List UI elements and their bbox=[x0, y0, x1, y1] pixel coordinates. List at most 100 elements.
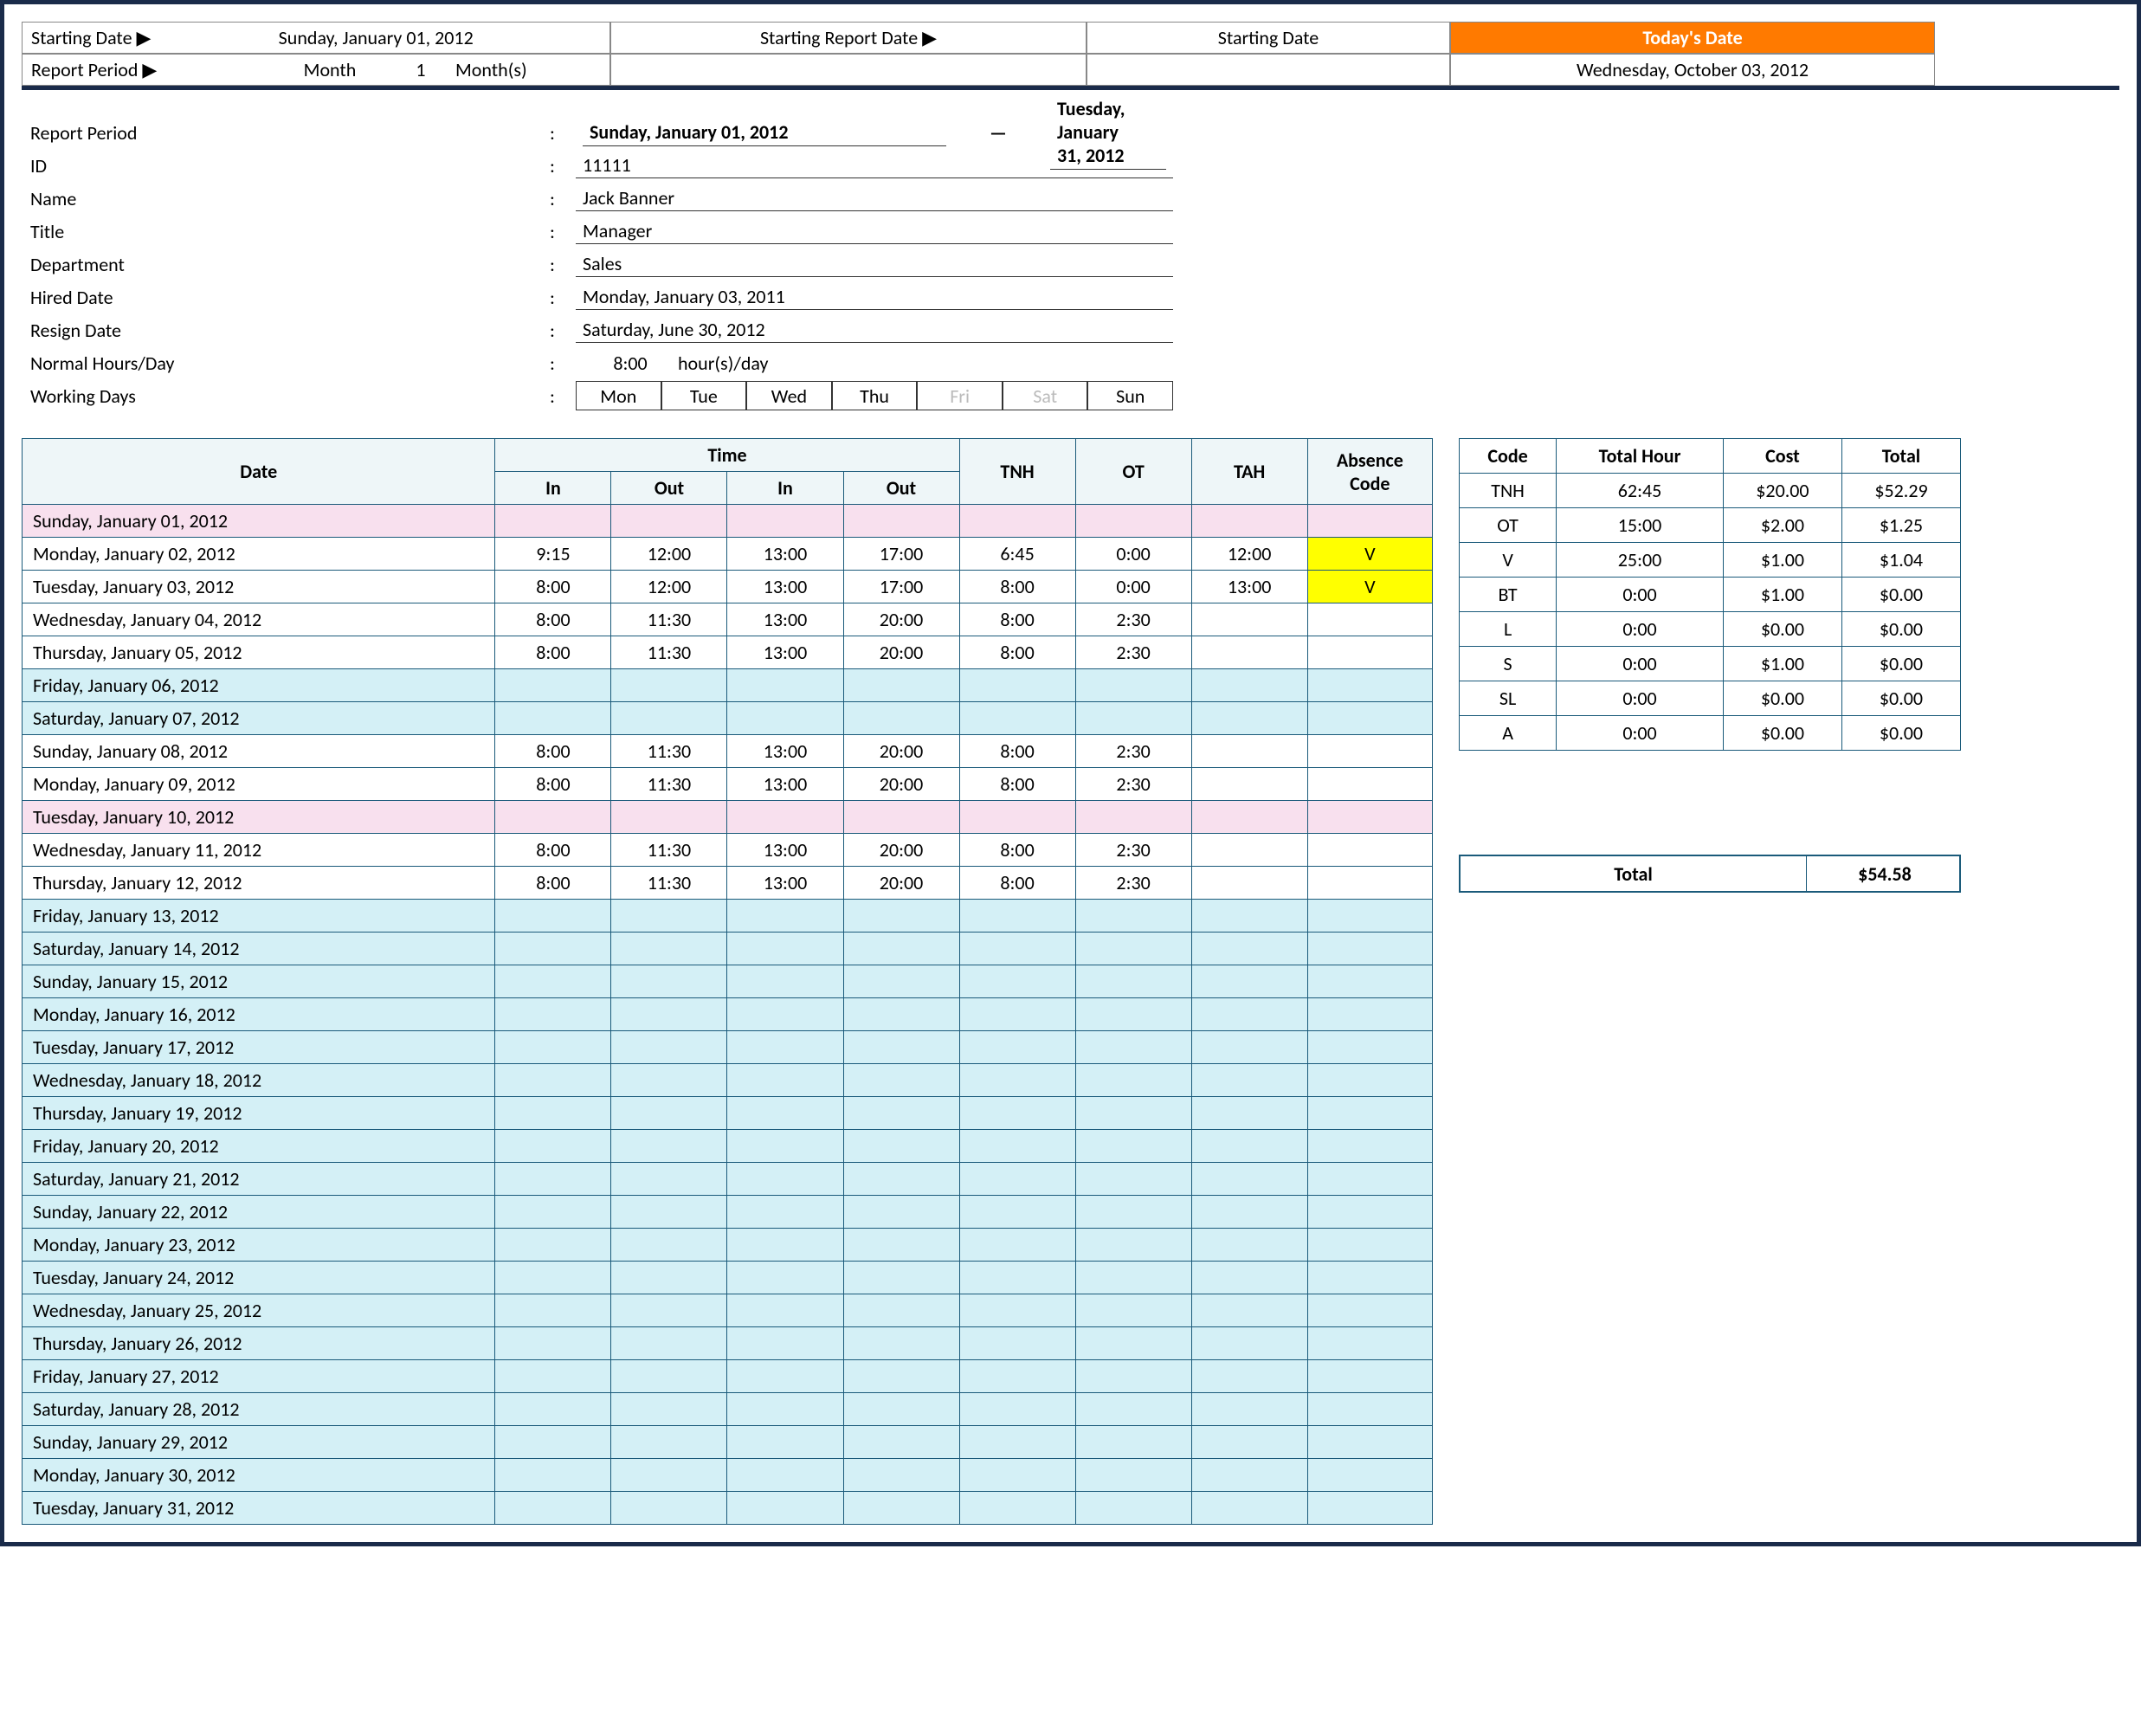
out2-cell[interactable] bbox=[843, 1393, 959, 1426]
in2-cell[interactable] bbox=[727, 1130, 843, 1163]
in2-cell[interactable] bbox=[727, 1459, 843, 1492]
out2-cell[interactable] bbox=[843, 1262, 959, 1294]
in1-cell[interactable]: 8:00 bbox=[495, 735, 611, 768]
out1-cell[interactable] bbox=[611, 1064, 727, 1097]
absence-cell[interactable] bbox=[1307, 669, 1432, 702]
in2-cell[interactable] bbox=[727, 1031, 843, 1064]
out1-cell[interactable] bbox=[611, 998, 727, 1031]
ot-cell[interactable] bbox=[1075, 1196, 1191, 1229]
in1-cell[interactable]: 8:00 bbox=[495, 636, 611, 669]
tah-cell[interactable] bbox=[1191, 1262, 1307, 1294]
out2-cell[interactable] bbox=[843, 1097, 959, 1130]
in2-cell[interactable] bbox=[727, 801, 843, 834]
in1-cell[interactable] bbox=[495, 1262, 611, 1294]
in1-cell[interactable]: 9:15 bbox=[495, 538, 611, 571]
in1-cell[interactable]: 8:00 bbox=[495, 834, 611, 867]
day-wed[interactable]: Wed bbox=[746, 381, 832, 410]
absence-cell[interactable] bbox=[1307, 900, 1432, 933]
tnh-cell[interactable]: 8:00 bbox=[959, 636, 1075, 669]
ot-cell[interactable]: 2:30 bbox=[1075, 768, 1191, 801]
out2-cell[interactable] bbox=[843, 1426, 959, 1459]
out2-cell[interactable]: 20:00 bbox=[843, 603, 959, 636]
out2-cell[interactable] bbox=[843, 1229, 959, 1262]
in2-cell[interactable] bbox=[727, 1196, 843, 1229]
out1-cell[interactable] bbox=[611, 1229, 727, 1262]
out1-cell[interactable] bbox=[611, 900, 727, 933]
in2-cell[interactable] bbox=[727, 998, 843, 1031]
ot-cell[interactable]: 2:30 bbox=[1075, 603, 1191, 636]
tnh-cell[interactable]: 8:00 bbox=[959, 603, 1075, 636]
ot-cell[interactable] bbox=[1075, 1229, 1191, 1262]
in1-cell[interactable] bbox=[495, 801, 611, 834]
ot-cell[interactable] bbox=[1075, 1064, 1191, 1097]
in2-cell[interactable] bbox=[727, 1229, 843, 1262]
tah-cell[interactable] bbox=[1191, 801, 1307, 834]
out1-cell[interactable] bbox=[611, 1360, 727, 1393]
tah-cell[interactable] bbox=[1191, 1459, 1307, 1492]
value-title[interactable]: Manager bbox=[576, 218, 1173, 244]
tnh-cell[interactable] bbox=[959, 1327, 1075, 1360]
tah-cell[interactable] bbox=[1191, 669, 1307, 702]
out2-cell[interactable] bbox=[843, 1327, 959, 1360]
out1-cell[interactable] bbox=[611, 965, 727, 998]
absence-cell[interactable] bbox=[1307, 768, 1432, 801]
in2-cell[interactable] bbox=[727, 1163, 843, 1196]
in1-cell[interactable]: 8:00 bbox=[495, 603, 611, 636]
out2-cell[interactable] bbox=[843, 1130, 959, 1163]
tnh-cell[interactable] bbox=[959, 1360, 1075, 1393]
in1-cell[interactable] bbox=[495, 1426, 611, 1459]
absence-cell[interactable] bbox=[1307, 702, 1432, 735]
ot-cell[interactable] bbox=[1075, 998, 1191, 1031]
tnh-cell[interactable] bbox=[959, 1163, 1075, 1196]
tnh-cell[interactable]: 6:45 bbox=[959, 538, 1075, 571]
in1-cell[interactable] bbox=[495, 1196, 611, 1229]
in2-cell[interactable] bbox=[727, 505, 843, 538]
tah-cell[interactable] bbox=[1191, 735, 1307, 768]
absence-cell[interactable] bbox=[1307, 603, 1432, 636]
tah-cell[interactable]: 13:00 bbox=[1191, 571, 1307, 603]
tnh-cell[interactable] bbox=[959, 702, 1075, 735]
in1-cell[interactable] bbox=[495, 1360, 611, 1393]
out1-cell[interactable]: 12:00 bbox=[611, 571, 727, 603]
out1-cell[interactable] bbox=[611, 1196, 727, 1229]
tnh-cell[interactable] bbox=[959, 1130, 1075, 1163]
absence-cell[interactable] bbox=[1307, 1031, 1432, 1064]
absence-cell[interactable] bbox=[1307, 1097, 1432, 1130]
tah-cell[interactable] bbox=[1191, 998, 1307, 1031]
out1-cell[interactable] bbox=[611, 1262, 727, 1294]
out2-cell[interactable] bbox=[843, 1459, 959, 1492]
value-hours[interactable]: 8:00 bbox=[583, 352, 678, 375]
in1-cell[interactable] bbox=[495, 669, 611, 702]
out2-cell[interactable]: 20:00 bbox=[843, 735, 959, 768]
tnh-cell[interactable] bbox=[959, 801, 1075, 834]
ot-cell[interactable]: 0:00 bbox=[1075, 571, 1191, 603]
absence-cell[interactable] bbox=[1307, 1426, 1432, 1459]
in2-cell[interactable]: 13:00 bbox=[727, 735, 843, 768]
ot-cell[interactable]: 2:30 bbox=[1075, 735, 1191, 768]
tnh-cell[interactable] bbox=[959, 1492, 1075, 1525]
out2-cell[interactable] bbox=[843, 1294, 959, 1327]
in1-cell[interactable] bbox=[495, 1492, 611, 1525]
ot-cell[interactable] bbox=[1075, 1459, 1191, 1492]
out2-cell[interactable]: 20:00 bbox=[843, 834, 959, 867]
out2-cell[interactable] bbox=[843, 702, 959, 735]
in2-cell[interactable] bbox=[727, 933, 843, 965]
out2-cell[interactable] bbox=[843, 933, 959, 965]
tah-cell[interactable] bbox=[1191, 1196, 1307, 1229]
in1-cell[interactable] bbox=[495, 933, 611, 965]
in1-cell[interactable] bbox=[495, 1459, 611, 1492]
tnh-cell[interactable] bbox=[959, 998, 1075, 1031]
out2-cell[interactable]: 20:00 bbox=[843, 768, 959, 801]
out1-cell[interactable] bbox=[611, 1163, 727, 1196]
out1-cell[interactable] bbox=[611, 1327, 727, 1360]
in1-cell[interactable]: 8:00 bbox=[495, 571, 611, 603]
absence-cell[interactable] bbox=[1307, 1262, 1432, 1294]
day-mon[interactable]: Mon bbox=[576, 381, 661, 410]
ot-cell[interactable] bbox=[1075, 669, 1191, 702]
tah-cell[interactable] bbox=[1191, 1294, 1307, 1327]
out1-cell[interactable] bbox=[611, 1459, 727, 1492]
out2-cell[interactable] bbox=[843, 669, 959, 702]
in1-cell[interactable] bbox=[495, 1393, 611, 1426]
tah-cell[interactable] bbox=[1191, 1229, 1307, 1262]
absence-cell[interactable] bbox=[1307, 1360, 1432, 1393]
